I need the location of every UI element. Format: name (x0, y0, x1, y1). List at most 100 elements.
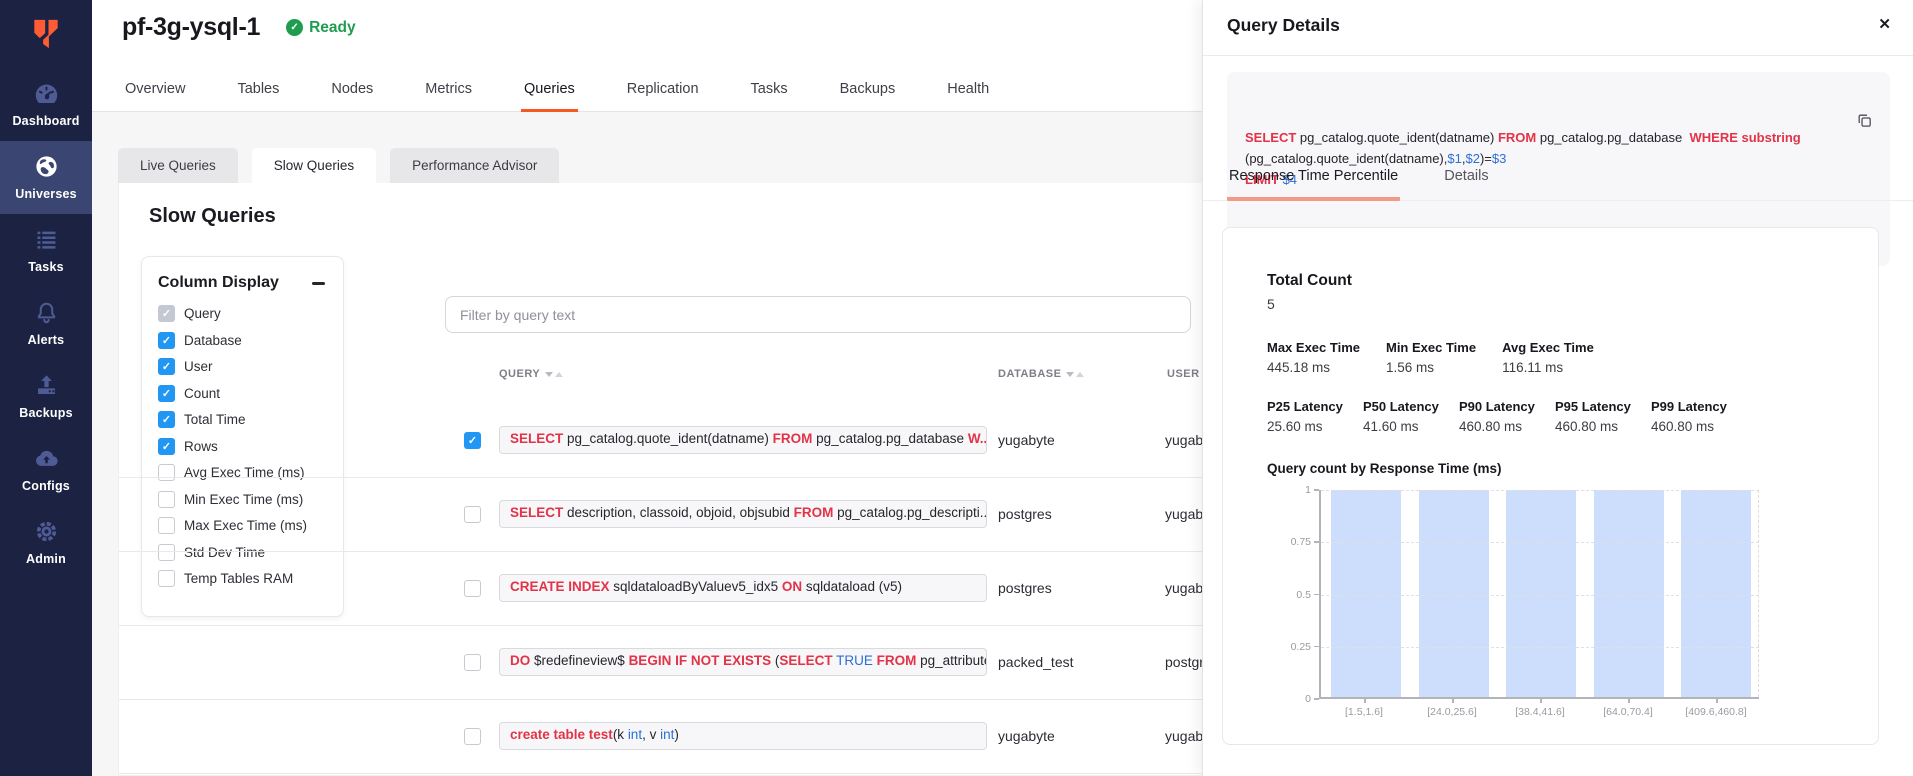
sidebar-item-tasks[interactable]: Tasks (0, 214, 92, 287)
x-axis-tick-label: [24.0,25.6] (1417, 706, 1487, 718)
query-text[interactable]: DO $redefineview$ BEGIN IF NOT EXISTS (S… (499, 648, 987, 676)
y-axis-tick-label: 0 (1271, 693, 1311, 705)
status-label: Ready (309, 19, 356, 37)
sort-asc-icon (555, 372, 563, 377)
sidebar-item-alerts[interactable]: Alerts (0, 287, 92, 360)
row-checkbox[interactable] (464, 580, 481, 597)
sidebar-item-universes[interactable]: Universes (0, 141, 92, 214)
x-tick-mark (1540, 698, 1542, 703)
y-axis-tick-label: 0.25 (1271, 641, 1311, 653)
details-tab-response-time-percentile[interactable]: Response Time Percentile (1227, 168, 1400, 201)
stat-max-exec-time: Max Exec Time445.18 ms (1267, 340, 1360, 375)
column-display-title: Column Display (158, 274, 279, 292)
y-axis-tick-label: 0.75 (1271, 536, 1311, 548)
query-text[interactable]: SELECT description, classoid, objoid, ob… (499, 500, 987, 528)
gridline (1321, 542, 1759, 543)
database-cell: yugabyte (998, 432, 1055, 448)
subtab-slow-queries[interactable]: Slow Queries (252, 148, 376, 183)
subtab-performance-advisor[interactable]: Performance Advisor (390, 148, 559, 183)
cloud-upload-icon (33, 445, 60, 472)
column-header-database[interactable]: DATABASE (998, 368, 1084, 380)
sql-line: (pg_catalog.quote_ident(datname),$1,$2)=… (1245, 148, 1844, 169)
stat-label: P50 Latency (1363, 399, 1442, 414)
globe-icon (33, 153, 60, 180)
row-checkbox[interactable]: ✓ (464, 432, 481, 449)
database-cell: postgres (998, 580, 1052, 596)
copy-icon[interactable] (1856, 82, 1878, 104)
minus-icon[interactable] (309, 274, 327, 292)
sidebar-item-label: Backups (19, 406, 73, 420)
y-axis-tick-label: 0.5 (1271, 589, 1311, 601)
stat-p90-latency: P90 Latency460.80 ms (1459, 399, 1538, 434)
tab-nodes[interactable]: Nodes (328, 71, 376, 112)
sort-desc-icon (545, 372, 553, 377)
tab-metrics[interactable]: Metrics (422, 71, 475, 112)
query-text[interactable]: create table test(k int, v int) (499, 722, 987, 750)
total-count-label: Total Count (1267, 272, 1834, 290)
x-axis-tick-label: [38.4,41.6] (1505, 706, 1575, 718)
tab-health[interactable]: Health (944, 71, 992, 112)
universe-tabs: Overview Tables Nodes Metrics Queries Replica… (122, 71, 992, 112)
sort-desc-icon (1066, 372, 1074, 377)
sidebar-item-dashboard[interactable]: Dashboard (0, 68, 92, 141)
bell-icon (33, 299, 60, 326)
query-text[interactable]: CREATE INDEX sqldataloadByValuev5_idx5 O… (499, 574, 987, 602)
query-filter-input[interactable] (445, 296, 1191, 333)
subtab-live-queries[interactable]: Live Queries (118, 148, 238, 183)
checkbox-database[interactable]: ✓ (158, 332, 175, 349)
sidebar-item-label: Tasks (28, 260, 64, 274)
tab-queries[interactable]: Queries (521, 71, 578, 112)
sidebar-item-admin[interactable]: Admin (0, 506, 92, 579)
column-header-label: DATABASE (998, 368, 1061, 380)
histogram-bar (1506, 490, 1576, 697)
sidebar: DashboardUniverses Tasks Alerts Backups Conf… (0, 0, 92, 776)
stat-label: Min Exec Time (1386, 340, 1476, 355)
response-time-histogram: 00.250.50.751 [1.5,1.6][24.0,25.6][38.4,… (1319, 490, 1759, 699)
sidebar-item-backups[interactable]: Backups (0, 360, 92, 433)
stat-value: 25.60 ms (1267, 419, 1346, 434)
column-option-label: Query (184, 306, 221, 321)
tab-tasks[interactable]: Tasks (748, 71, 791, 112)
y-tick-mark (1314, 489, 1319, 491)
tab-backups[interactable]: Backups (837, 71, 899, 112)
sidebar-item-label: Configs (22, 479, 70, 493)
x-tick-mark (1628, 698, 1630, 703)
row-checkbox[interactable] (464, 728, 481, 745)
checkbox-query[interactable]: ✓ (158, 305, 175, 322)
details-tab-details[interactable]: Details (1442, 168, 1490, 201)
stat-value: 460.80 ms (1651, 419, 1730, 434)
list-icon (33, 226, 60, 253)
database-cell: yugabyte (998, 728, 1055, 744)
row-checkbox[interactable] (464, 506, 481, 523)
query-details-tabs: Response Time Percentile Details (1203, 168, 1913, 201)
stat-avg-exec-time: Avg Exec Time116.11 ms (1502, 340, 1594, 375)
stat-label: P95 Latency (1555, 399, 1634, 414)
query-details-title: Query Details (1227, 15, 1340, 36)
column-header-query[interactable]: QUERY (499, 368, 563, 380)
x-tick-mark (1364, 698, 1366, 703)
query-text[interactable]: SELECT pg_catalog.quote_ident(datname) F… (499, 426, 987, 454)
universe-title: pf-3g-ysql-1 (122, 13, 260, 42)
stat-label: P99 Latency (1651, 399, 1730, 414)
tab-replication[interactable]: Replication (624, 71, 702, 112)
gauge-icon (33, 80, 60, 107)
sidebar-item-label: Admin (26, 552, 66, 566)
tab-overview[interactable]: Overview (122, 71, 188, 112)
y-tick-mark (1314, 541, 1319, 543)
tab-tables[interactable]: Tables (234, 71, 282, 112)
sort-icons[interactable] (545, 372, 563, 377)
sort-icons[interactable] (1066, 372, 1084, 377)
x-tick-mark (1452, 698, 1454, 703)
yugabyte-logo-icon[interactable] (0, 0, 92, 68)
sidebar-item-configs[interactable]: Configs (0, 433, 92, 506)
stat-p50-latency: P50 Latency41.60 ms (1363, 399, 1442, 434)
row-checkbox[interactable] (464, 654, 481, 671)
stat-value: 445.18 ms (1267, 360, 1360, 375)
histogram-bar (1419, 490, 1489, 697)
close-icon[interactable]: ✕ (1878, 15, 1891, 33)
column-option-database[interactable]: ✓Database (158, 332, 327, 349)
stat-value: 460.80 ms (1459, 419, 1538, 434)
y-tick-mark (1314, 698, 1319, 700)
column-option-query[interactable]: ✓ Query (158, 305, 327, 322)
chart-title: Query count by Response Time (ms) (1267, 461, 1834, 476)
